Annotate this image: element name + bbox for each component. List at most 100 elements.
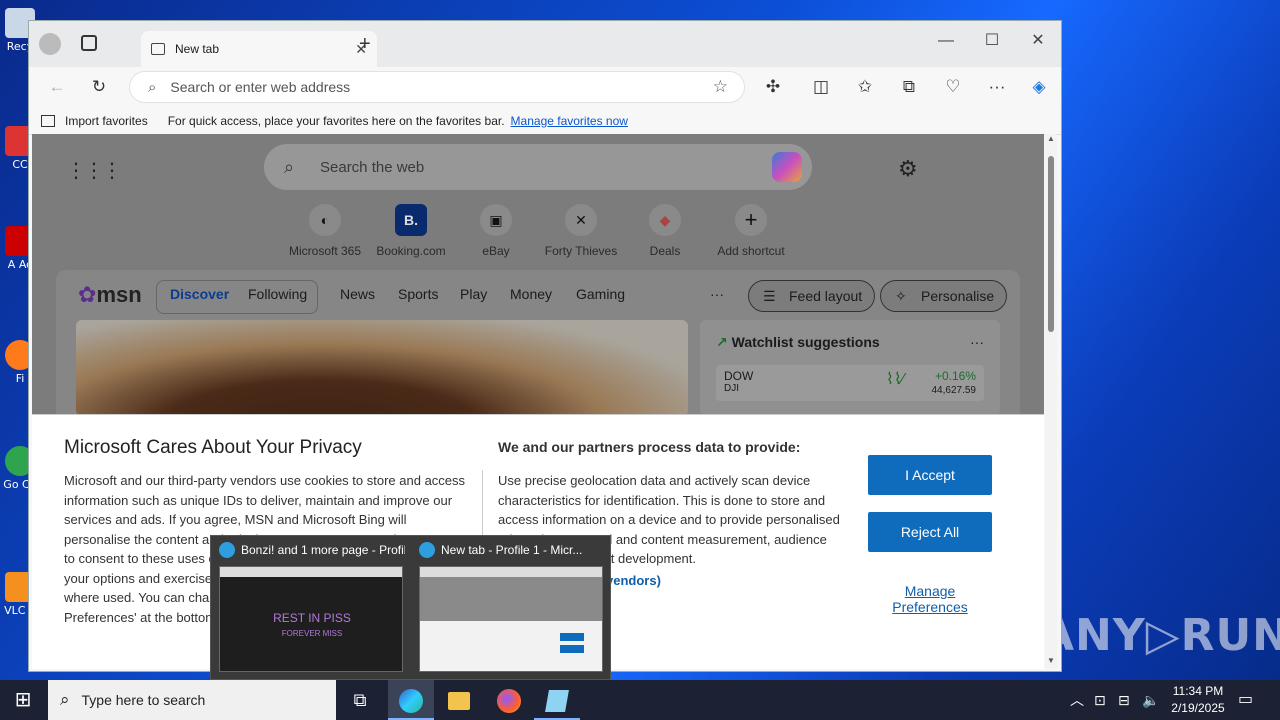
- clock-time: 11:34 PM: [1172, 684, 1224, 698]
- preview-toolbar: [220, 567, 402, 577]
- scroll-thumb[interactable]: [1048, 156, 1054, 332]
- taskbar-search-placeholder: Type here to search: [81, 692, 206, 708]
- shortcut-ebay[interactable]: ▣ eBay: [451, 204, 541, 258]
- shortcut-label: Forty Thieves: [544, 244, 618, 258]
- hero-image[interactable]: [76, 320, 688, 416]
- maximize-icon[interactable]: ☐: [977, 29, 1007, 53]
- manage-preferences-link[interactable]: Manage Preferences: [882, 583, 978, 615]
- thumbnail-bonzi[interactable]: Bonzi! and 1 more page - Profil... REST …: [211, 536, 411, 681]
- ebay-icon: ▣: [480, 204, 512, 236]
- shortcut-forty-thieves[interactable]: ✕ Forty Thieves: [536, 204, 626, 258]
- app-launcher-icon[interactable]: ⋮⋮⋮: [66, 158, 122, 183]
- scroll-up-icon[interactable]: ▲: [1045, 134, 1057, 143]
- shortcut-label: Microsoft 365: [288, 244, 362, 258]
- taskbar-edge[interactable]: [388, 680, 434, 720]
- tab-page-icon: [151, 43, 165, 55]
- sparkline-icon: ⌇⌇⁄: [886, 371, 905, 388]
- personalise-button[interactable]: ✧ Personalise: [880, 280, 1008, 312]
- browser-essentials-icon[interactable]: ♡: [941, 75, 965, 99]
- shortcut-label: Deals: [649, 244, 681, 258]
- back-icon[interactable]: ←: [45, 75, 69, 99]
- notepad-icon: [545, 690, 569, 713]
- import-favorites-button[interactable]: Import favorites: [65, 114, 148, 128]
- notifications-icon[interactable]: ▭: [1238, 680, 1253, 720]
- add-shortcut-button[interactable]: + Add shortcut: [706, 204, 796, 258]
- watchlist-more-icon[interactable]: ···: [970, 334, 984, 350]
- split-screen-icon[interactable]: ◫: [809, 75, 833, 99]
- privacy-title: Microsoft Cares About Your Privacy: [64, 437, 362, 458]
- taskbar: ⊞ ⌕ Type here to search ⧉ ︿ ⊡ ⊟ 🔈 11:34 …: [0, 680, 1280, 720]
- taskbar-search-box[interactable]: ⌕ Type here to search: [48, 680, 336, 720]
- clock[interactable]: 11:34 PM 2/19/2025: [1160, 683, 1236, 717]
- watchlist-row-dow[interactable]: DOW DJI ⌇⌇⁄ +0.16% 44,627.59: [716, 365, 984, 401]
- firefox-icon: [497, 689, 521, 714]
- shortcut-microsoft-365[interactable]: ◐ Microsoft 365: [280, 204, 370, 258]
- reject-all-button[interactable]: Reject All: [868, 512, 992, 552]
- thumbnail-preview-image: [419, 566, 603, 672]
- msn-nav: ✿msn Discover Following News Sports Play…: [56, 278, 1020, 314]
- page-settings-gear-icon[interactable]: ⚙: [898, 156, 918, 182]
- new-tab-icon[interactable]: +: [359, 33, 371, 56]
- web-search-box[interactable]: ⌕ Search the web: [264, 144, 812, 190]
- forty-thieves-icon: ✕: [565, 204, 597, 236]
- close-window-icon[interactable]: ✕: [1023, 29, 1053, 53]
- msn-logo[interactable]: ✿msn: [78, 282, 142, 308]
- accept-button[interactable]: I Accept: [868, 455, 992, 495]
- preview-page-top: [420, 577, 602, 621]
- favorites-bar: Import favorites For quick access, place…: [29, 107, 1061, 135]
- network-icon[interactable]: ⊟: [1118, 680, 1130, 720]
- search-icon: ⌕: [60, 690, 70, 709]
- tab-actions-icon[interactable]: [81, 35, 97, 51]
- nav-play[interactable]: Play: [460, 286, 487, 302]
- nav-gaming[interactable]: Gaming: [576, 286, 625, 302]
- shortcut-deals[interactable]: ◆ Deals: [620, 204, 710, 258]
- profile-avatar[interactable]: [39, 33, 61, 55]
- task-view-icon[interactable]: ⧉: [337, 680, 383, 720]
- windows-start-icon[interactable]: ⊞: [0, 680, 46, 720]
- preview-subheading: FOREVER MISS: [281, 629, 343, 638]
- tray-app-icon[interactable]: ⊡: [1094, 680, 1106, 720]
- copilot-icon[interactable]: ◈: [1027, 75, 1051, 99]
- tab-following[interactable]: Following: [248, 286, 307, 302]
- favorites-icon[interactable]: ✩: [853, 75, 877, 99]
- nav-news[interactable]: News: [340, 286, 375, 302]
- scroll-down-icon[interactable]: ▼: [1045, 656, 1057, 665]
- title-bar: New tab ✕ + — ☐ ✕: [29, 21, 1061, 67]
- nav-bar: ← ↻ ⌕ Search or enter web address ☆ ✣ ◫ …: [29, 67, 1061, 107]
- nav-money[interactable]: Money: [510, 286, 552, 302]
- settings-more-icon[interactable]: ···: [985, 75, 1009, 99]
- watchlist-title-text: Watchlist suggestions: [731, 334, 880, 350]
- edge-icon: [399, 689, 423, 714]
- clock-date: 2/19/2025: [1171, 701, 1225, 715]
- stock-change: +0.16%: [934, 369, 976, 383]
- address-bar[interactable]: ⌕ Search or enter web address ☆: [129, 71, 745, 103]
- favorite-star-icon[interactable]: ☆: [713, 77, 728, 97]
- shortcut-booking[interactable]: B. Booking.com: [366, 204, 456, 258]
- folder-icon: [448, 692, 470, 711]
- preview-accept: [560, 633, 584, 641]
- page-scrollbar[interactable]: ▲ ▼: [1045, 134, 1057, 669]
- tab-new-tab[interactable]: New tab ✕: [141, 31, 377, 67]
- taskbar-notepad[interactable]: [534, 680, 580, 720]
- manage-favorites-link[interactable]: Manage favorites now: [511, 114, 628, 128]
- personalise-label: Personalise: [921, 288, 995, 304]
- tab-discover[interactable]: Discover: [170, 286, 229, 302]
- nav-more-icon[interactable]: ···: [710, 286, 724, 302]
- volume-icon[interactable]: 🔈: [1142, 680, 1159, 720]
- extensions-icon[interactable]: ✣: [761, 75, 785, 99]
- taskbar-firefox[interactable]: [486, 680, 532, 720]
- collections-icon[interactable]: ⧉: [897, 75, 921, 99]
- preview-heading: REST IN PISS: [273, 611, 351, 625]
- nav-sports[interactable]: Sports: [398, 286, 438, 302]
- copilot-search-icon[interactable]: [772, 152, 802, 182]
- feed-layout-button[interactable]: ☰ Feed layout: [748, 280, 876, 312]
- refresh-icon[interactable]: ↻: [87, 75, 111, 99]
- desktop-icon-label: Fi: [15, 372, 25, 385]
- show-hidden-icons-chevron[interactable]: ︿: [1070, 680, 1084, 720]
- favorites-hint: For quick access, place your favorites h…: [167, 113, 505, 128]
- microsoft-365-icon: ◐: [309, 204, 341, 236]
- minimize-icon[interactable]: —: [931, 29, 961, 53]
- vendors-link[interactable]: vendors): [606, 573, 661, 588]
- thumbnail-new-tab[interactable]: New tab - Profile 1 - Micr...: [411, 536, 611, 681]
- taskbar-file-explorer[interactable]: [436, 680, 482, 720]
